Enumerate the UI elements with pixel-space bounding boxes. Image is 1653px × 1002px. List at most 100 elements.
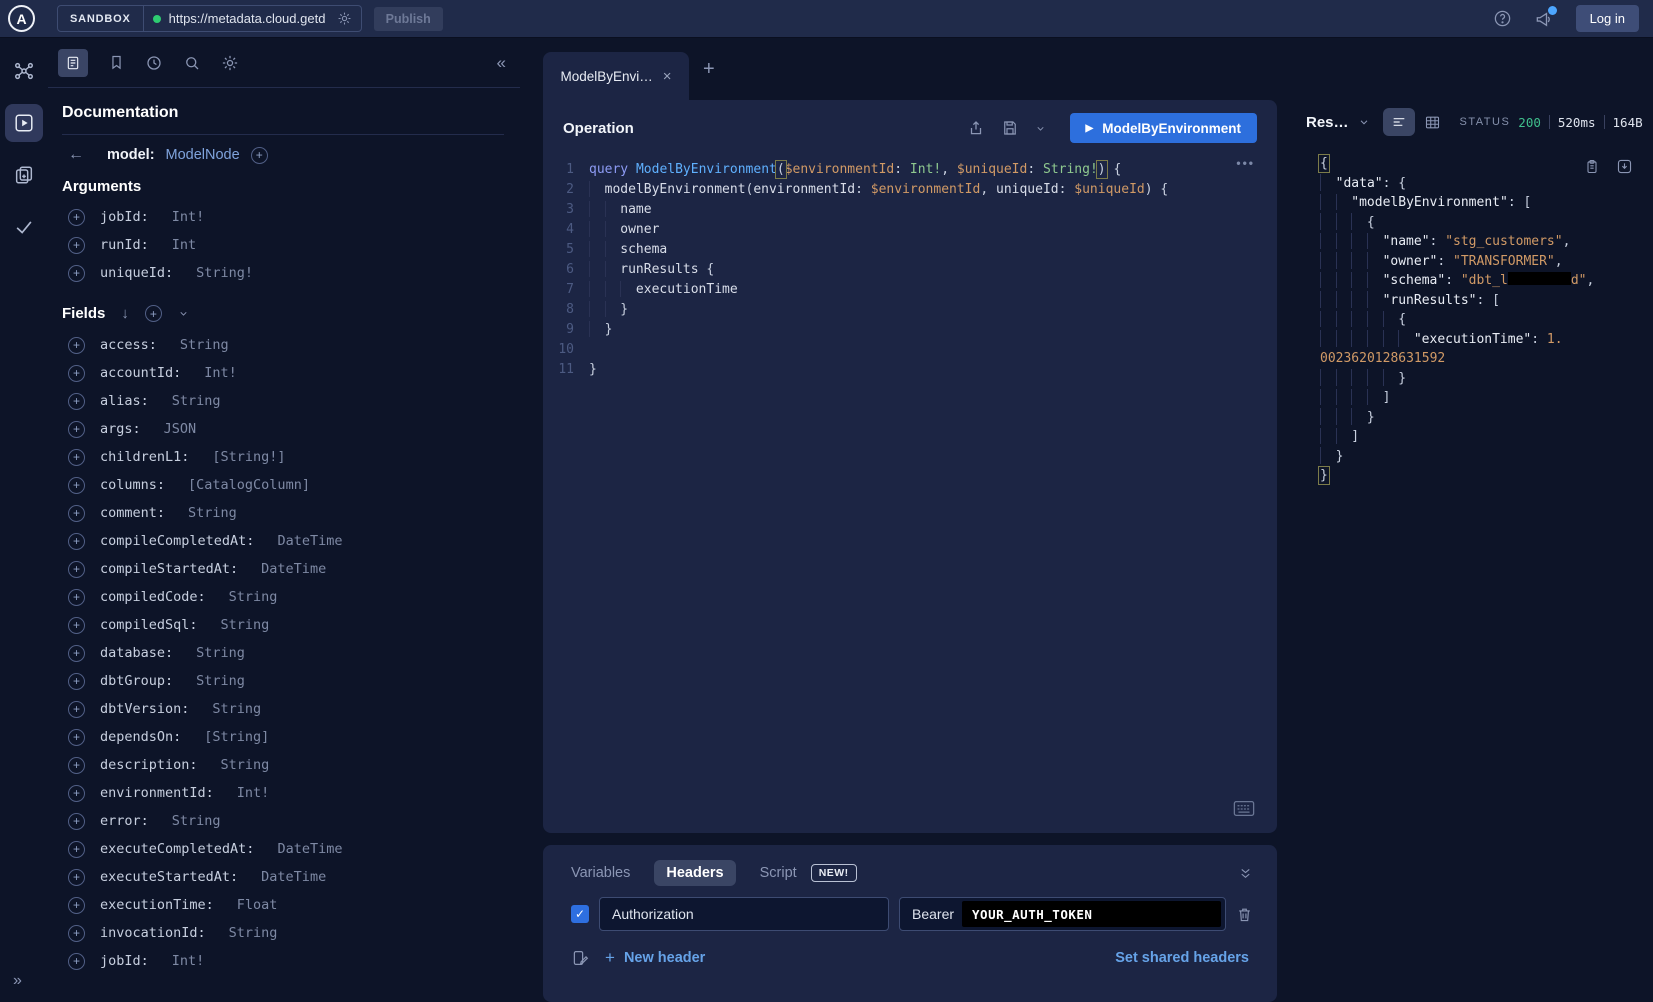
share-operation-icon[interactable] — [967, 119, 985, 137]
explorer-icon[interactable] — [5, 104, 43, 142]
field-row[interactable]: +dbtGroup:String — [62, 667, 504, 695]
field-type-link[interactable]: Int! — [204, 365, 237, 381]
add-field-to-query-icon[interactable]: + — [68, 421, 85, 438]
field-row[interactable]: +invocationId:String — [62, 919, 504, 947]
field-type-link[interactable]: Int! — [172, 209, 205, 225]
add-field-to-query-icon[interactable]: + — [68, 617, 85, 634]
bottom-tab-variables[interactable]: Variables — [571, 865, 630, 881]
search-icon[interactable] — [183, 54, 201, 72]
field-row[interactable]: +compileCompletedAt:DateTime — [62, 527, 504, 555]
field-type-link[interactable]: [String] — [204, 729, 269, 745]
field-row[interactable]: +executeCompletedAt:DateTime — [62, 835, 504, 863]
field-type-link[interactable]: String — [172, 393, 221, 409]
field-row[interactable]: +accountId:Int! — [62, 359, 504, 387]
field-row[interactable]: +compiledCode:String — [62, 583, 504, 611]
new-header-button[interactable]: + New header — [605, 948, 705, 968]
new-tab-icon[interactable]: + — [703, 58, 715, 81]
add-field-to-query-icon[interactable]: + — [68, 337, 85, 354]
table-view-icon[interactable] — [1424, 114, 1441, 131]
formatted-view-icon[interactable] — [1383, 108, 1415, 136]
announcements-megaphone-icon[interactable] — [1534, 9, 1554, 29]
argument-row[interactable]: +uniqueId:String! — [62, 259, 504, 287]
auth-token-value[interactable]: YOUR_AUTH_TOKEN — [962, 901, 1221, 927]
keyboard-shortcuts-icon[interactable] — [1233, 800, 1255, 817]
response-dropdown-chevron-icon[interactable] — [1358, 116, 1370, 128]
field-row[interactable]: +dependsOn:[String] — [62, 723, 504, 751]
add-field-to-query-icon[interactable]: + — [68, 505, 85, 522]
field-row[interactable]: +executionTime:Float — [62, 891, 504, 919]
documentation-tab-icon[interactable] — [58, 49, 88, 77]
field-type-link[interactable]: [String!] — [212, 449, 285, 465]
argument-row[interactable]: +runId:Int — [62, 231, 504, 259]
bottom-tab-headers[interactable]: Headers — [654, 860, 735, 886]
delete-header-trash-icon[interactable] — [1236, 906, 1253, 923]
field-type-link[interactable]: [CatalogColumn] — [188, 477, 310, 493]
field-row[interactable]: +database:String — [62, 639, 504, 667]
add-field-to-query-icon[interactable]: + — [68, 729, 85, 746]
code-line[interactable]: 11} — [555, 360, 1277, 380]
field-type-link[interactable]: DateTime — [277, 533, 342, 549]
field-type-link[interactable]: String! — [196, 265, 253, 281]
field-type-link[interactable]: String — [180, 337, 229, 353]
login-button[interactable]: Log in — [1576, 5, 1639, 32]
publish-button[interactable]: Publish — [374, 7, 443, 31]
add-field-to-query-icon[interactable]: + — [68, 265, 85, 282]
field-type-link[interactable]: DateTime — [261, 561, 326, 577]
field-type-link[interactable]: String — [212, 701, 261, 717]
field-row[interactable]: +compileStartedAt:DateTime — [62, 555, 504, 583]
field-type-link[interactable]: JSON — [164, 421, 197, 437]
expand-rail-icon[interactable]: » — [13, 972, 22, 990]
set-shared-headers-link[interactable]: Set shared headers — [1115, 950, 1249, 966]
help-icon[interactable] — [1493, 9, 1512, 28]
field-row[interactable]: +environmentId:Int! — [62, 779, 504, 807]
add-field-to-query-icon[interactable]: + — [68, 237, 85, 254]
history-icon[interactable] — [145, 54, 163, 72]
save-operation-icon[interactable] — [1001, 119, 1019, 137]
field-type-link[interactable]: DateTime — [261, 869, 326, 885]
edit-headers-document-icon[interactable] — [571, 949, 589, 967]
fields-options-chevron-icon[interactable] — [178, 308, 189, 319]
add-field-to-query-icon[interactable]: + — [68, 589, 85, 606]
field-row[interactable]: +error:String — [62, 807, 504, 835]
add-field-to-query-icon[interactable]: + — [68, 953, 85, 970]
field-row[interactable]: +description:String — [62, 751, 504, 779]
add-field-to-query-icon[interactable]: + — [68, 925, 85, 942]
header-value-input[interactable]: Bearer YOUR_AUTH_TOKEN — [899, 897, 1226, 931]
header-enabled-checkbox[interactable]: ✓ — [571, 905, 589, 923]
field-row[interactable]: +jobId:Int! — [62, 947, 504, 975]
field-type-link[interactable]: String — [196, 645, 245, 661]
save-options-chevron-icon[interactable] — [1035, 123, 1046, 134]
add-to-query-icon[interactable]: + — [251, 147, 268, 164]
bottom-tab-script[interactable]: Script — [760, 865, 797, 881]
code-line[interactable]: 6runResults { — [555, 260, 1277, 280]
field-type-link[interactable]: String — [196, 673, 245, 689]
graphql-editor[interactable]: 1query ModelByEnvironment($environmentId… — [543, 156, 1277, 380]
run-operation-button[interactable]: ▶ ModelByEnvironment — [1070, 113, 1257, 143]
collapse-bottom-panel-icon[interactable] — [1238, 866, 1253, 881]
field-type-link[interactable]: DateTime — [277, 841, 342, 857]
saved-operations-bookmark-icon[interactable] — [108, 54, 125, 71]
add-field-to-query-icon[interactable]: + — [68, 757, 85, 774]
endpoint-url-text[interactable]: https://metadata.cloud.getd — [169, 11, 329, 26]
download-response-icon[interactable] — [1616, 158, 1633, 175]
add-all-fields-icon[interactable]: + — [145, 305, 162, 322]
operation-tab[interactable]: ModelByEnvi… × — [543, 52, 689, 100]
field-type-link[interactable]: String — [229, 589, 278, 605]
add-field-to-query-icon[interactable]: + — [68, 785, 85, 802]
field-row[interactable]: +alias:String — [62, 387, 504, 415]
add-field-to-query-icon[interactable]: + — [68, 701, 85, 718]
endpoint-settings-gear-icon[interactable] — [337, 11, 352, 26]
add-field-to-query-icon[interactable]: + — [68, 841, 85, 858]
field-row[interactable]: +executeStartedAt:DateTime — [62, 863, 504, 891]
field-type-link[interactable]: String — [221, 757, 270, 773]
add-field-to-query-icon[interactable]: + — [68, 393, 85, 410]
code-line[interactable]: 2modelByEnvironment(environmentId: $envi… — [555, 180, 1277, 200]
collections-icon[interactable] — [5, 156, 43, 194]
sort-fields-icon[interactable]: ↓ — [121, 305, 129, 322]
add-field-to-query-icon[interactable]: + — [68, 449, 85, 466]
field-row[interactable]: +compiledSql:String — [62, 611, 504, 639]
settings-gear-icon[interactable] — [221, 54, 239, 72]
copy-response-clipboard-icon[interactable] — [1584, 158, 1600, 175]
breadcrumb-type-link[interactable]: ModelNode — [166, 147, 240, 163]
collapse-docs-icon[interactable]: « — [497, 53, 510, 73]
